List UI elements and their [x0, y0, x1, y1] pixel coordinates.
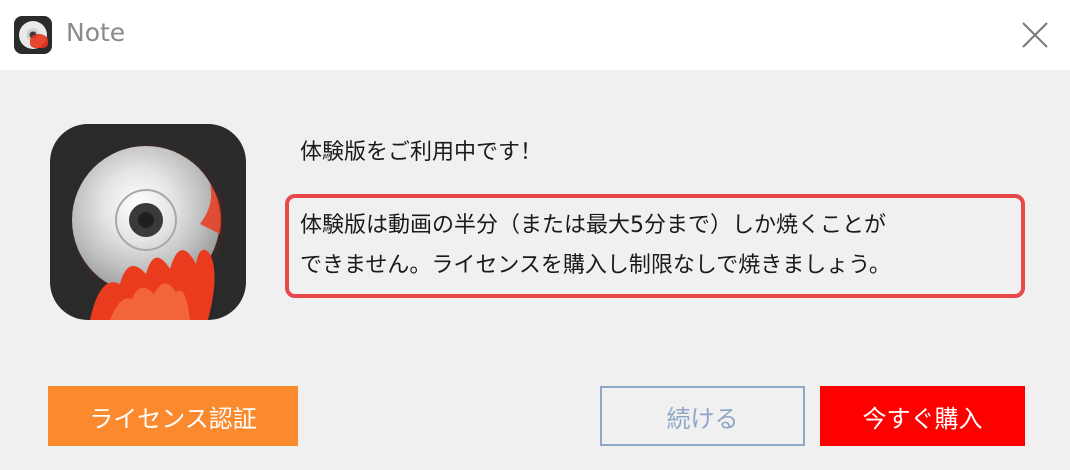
trial-message: 体験版は動画の半分（または最大5分まで）しか焼くことが できません。ライセンスを…: [300, 206, 1020, 286]
app-small-icon: [14, 16, 52, 54]
dialog-window: Note 体験版をご利用中です！ 体験版は動画の半分（または最大5分まで）しか焼…: [0, 0, 1070, 470]
window-title: Note: [66, 18, 126, 47]
license-activation-button[interactable]: ライセンス認証: [48, 386, 298, 446]
close-icon[interactable]: [1010, 10, 1060, 60]
trial-heading: 体験版をご利用中です！: [300, 140, 543, 165]
cd-burner-app-icon: [50, 124, 246, 320]
title-bar: Note: [0, 0, 1070, 70]
message-line-2: できません。ライセンスを購入し制限なしで焼きましょう。: [300, 253, 891, 278]
message-line-1: 体験版は動画の半分（または最大5分まで）しか焼くことが: [300, 213, 886, 238]
continue-button[interactable]: 続ける: [600, 386, 805, 446]
buy-now-button[interactable]: 今すぐ購入: [820, 386, 1025, 446]
